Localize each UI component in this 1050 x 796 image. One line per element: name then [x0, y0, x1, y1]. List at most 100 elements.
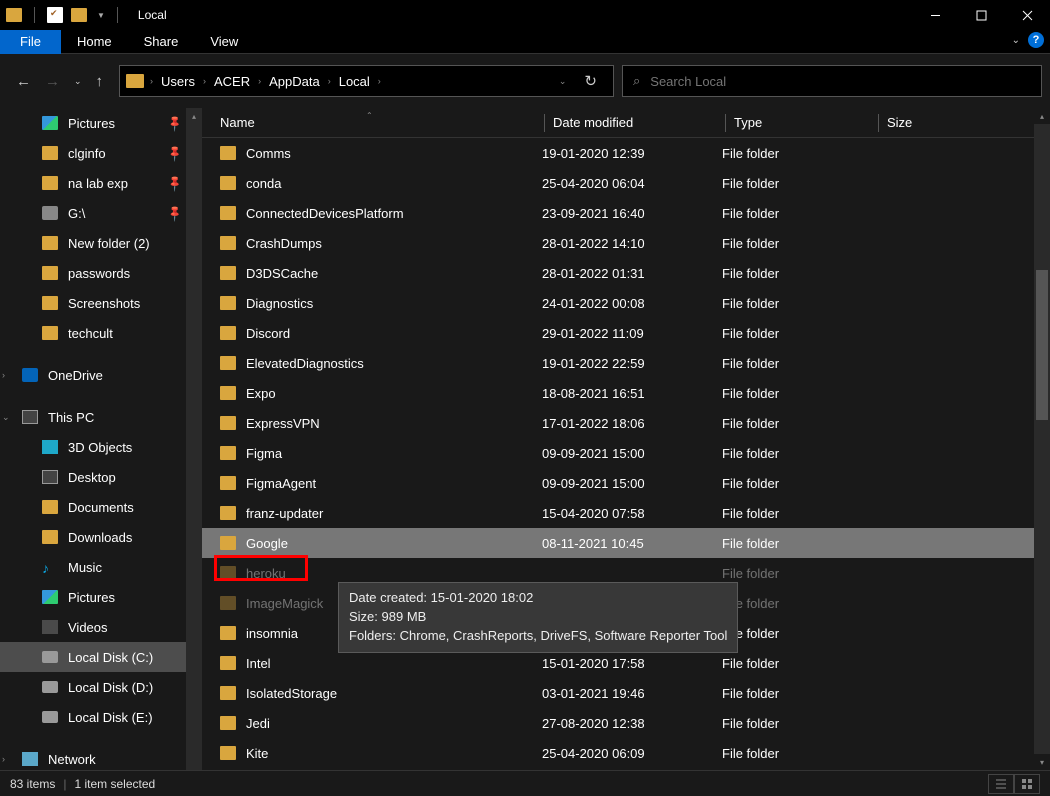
sidebar-item[interactable]: Pictures📌	[0, 108, 202, 138]
chevron-icon[interactable]: ›	[2, 370, 5, 380]
file-type: File folder	[722, 146, 874, 161]
sidebar-item[interactable]: Desktop	[0, 462, 202, 492]
chevron-icon[interactable]: ⌄	[2, 412, 10, 423]
file-row[interactable]: CrashDumps28-01-2022 14:10File folder	[202, 228, 1050, 258]
refresh-icon[interactable]: ↻	[574, 72, 607, 90]
help-icon[interactable]: ?	[1028, 32, 1044, 48]
sidebar-item[interactable]: na lab exp📌	[0, 168, 202, 198]
chevron-right-icon[interactable]: ›	[258, 76, 261, 86]
scroll-thumb[interactable]	[1036, 270, 1048, 420]
sidebar-item-label: Videos	[68, 620, 108, 635]
file-row[interactable]: conda25-04-2020 06:04File folder	[202, 168, 1050, 198]
maximize-button[interactable]	[958, 0, 1004, 30]
sidebar-item[interactable]: Screenshots	[0, 288, 202, 318]
chevron-right-icon[interactable]: ›	[150, 76, 153, 86]
close-button[interactable]	[1004, 0, 1050, 30]
up-button[interactable]: ↑	[96, 73, 104, 90]
chevron-right-icon[interactable]: ›	[328, 76, 331, 86]
file-date: 23-09-2021 16:40	[542, 206, 722, 221]
quick-access-folder-icon[interactable]	[71, 8, 87, 22]
file-row[interactable]: IsolatedStorage03-01-2021 19:46File fold…	[202, 678, 1050, 708]
sidebar-item[interactable]: New folder (2)	[0, 228, 202, 258]
ribbon-file-tab[interactable]: File	[0, 30, 61, 54]
sidebar-item[interactable]: passwords	[0, 258, 202, 288]
file-row[interactable]: Diagnostics24-01-2022 00:08File folder	[202, 288, 1050, 318]
file-row[interactable]: ElevatedDiagnostics19-01-2022 22:59File …	[202, 348, 1050, 378]
column-name[interactable]: Name⌃	[212, 115, 544, 130]
navigation-pane[interactable]: Pictures📌clginfo📌na lab exp📌G:\📌New fold…	[0, 108, 202, 770]
scrollbar[interactable]: ▴ ▾	[1034, 108, 1050, 770]
tooltip: Date created: 15-01-2020 18:02 Size: 989…	[338, 582, 738, 653]
address-dropdown-icon[interactable]: ⌄	[553, 76, 573, 87]
file-name: Intel	[246, 656, 542, 671]
sidebar-item-label: Pictures	[68, 116, 115, 131]
chevron-icon[interactable]: ›	[2, 754, 5, 764]
minimize-button[interactable]	[912, 0, 958, 30]
sidebar-item[interactable]: techcult	[0, 318, 202, 348]
column-size[interactable]: Size	[879, 115, 979, 130]
sidebar-item[interactable]: Local Disk (E:)	[0, 702, 202, 732]
file-row[interactable]: D3DSCache28-01-2022 01:31File folder	[202, 258, 1050, 288]
file-row[interactable]: franz-updater15-04-2020 07:58File folder	[202, 498, 1050, 528]
file-row[interactable]: ConnectedDevicesPlatform23-09-2021 16:40…	[202, 198, 1050, 228]
file-row[interactable]: Google08-11-2021 10:45File folder	[202, 528, 1050, 558]
ribbon-expand-icon[interactable]: ⌄	[1012, 35, 1020, 46]
sidebar-item-label: New folder (2)	[68, 236, 150, 251]
file-row[interactable]: ExpressVPN17-01-2022 18:06File folder	[202, 408, 1050, 438]
ribbon-tab-view[interactable]: View	[194, 30, 254, 53]
ribbon-tab-home[interactable]: Home	[61, 30, 128, 53]
sidebar-item[interactable]: Local Disk (C:)	[0, 642, 202, 672]
sidebar-item[interactable]: Downloads	[0, 522, 202, 552]
column-date[interactable]: Date modified	[545, 115, 725, 130]
breadcrumb-local[interactable]: Local	[333, 74, 376, 89]
file-type: File folder	[722, 206, 874, 221]
history-dropdown-icon[interactable]: ⌄	[74, 76, 82, 87]
file-row[interactable]: Comms19-01-2020 12:39File folder	[202, 138, 1050, 168]
address-bar[interactable]: › Users › ACER › AppData › Local › ⌄ ↻	[119, 65, 614, 97]
sidebar-item[interactable]: ›Network	[0, 744, 202, 770]
column-type[interactable]: Type	[726, 115, 878, 130]
scroll-up-icon[interactable]: ▴	[1034, 108, 1050, 124]
file-row[interactable]: Kite25-04-2020 06:09File folder	[202, 738, 1050, 768]
file-row[interactable]: Discord29-01-2022 11:09File folder	[202, 318, 1050, 348]
file-date: 09-09-2021 15:00	[542, 476, 722, 491]
view-large-icons-button[interactable]	[1014, 774, 1040, 794]
sidebar-item[interactable]: ♪Music	[0, 552, 202, 582]
sidebar-item[interactable]: ⌄This PC	[0, 402, 202, 432]
breadcrumb-appdata[interactable]: AppData	[263, 74, 326, 89]
ribbon-tab-share[interactable]: Share	[128, 30, 195, 53]
sidebar-item[interactable]: Local Disk (D:)	[0, 672, 202, 702]
folder-icon	[42, 236, 58, 250]
quick-access-save-icon[interactable]	[47, 7, 63, 23]
file-name: CrashDumps	[246, 236, 542, 251]
search-input[interactable]: ⌕ Search Local	[622, 65, 1042, 97]
file-row[interactable]: FigmaAgent09-09-2021 15:00File folder	[202, 468, 1050, 498]
file-row[interactable]: Expo18-08-2021 16:51File folder	[202, 378, 1050, 408]
quick-access-dropdown-icon[interactable]: ▼	[97, 11, 105, 20]
file-type: File folder	[722, 386, 874, 401]
forward-button[interactable]: →	[45, 73, 60, 90]
sidebar-item[interactable]: Documents	[0, 492, 202, 522]
file-type: File folder	[722, 716, 874, 731]
pin-icon: 📌	[166, 174, 185, 193]
breadcrumb-acer[interactable]: ACER	[208, 74, 256, 89]
chevron-right-icon[interactable]: ›	[378, 76, 381, 86]
sidebar-item[interactable]: Videos	[0, 612, 202, 642]
scroll-down-icon[interactable]: ▾	[1034, 754, 1050, 770]
folder-icon	[42, 146, 58, 160]
scroll-up-icon[interactable]: ▴	[186, 108, 202, 124]
back-button[interactable]: ←	[16, 73, 31, 90]
sidebar-item[interactable]: 3D Objects	[0, 432, 202, 462]
file-row[interactable]: Jedi27-08-2020 12:38File folder	[202, 708, 1050, 738]
sidebar-item-label: Local Disk (C:)	[68, 650, 153, 665]
view-details-button[interactable]	[988, 774, 1014, 794]
breadcrumb-users[interactable]: Users	[155, 74, 201, 89]
chevron-right-icon[interactable]: ›	[203, 76, 206, 86]
pic-icon	[42, 590, 58, 604]
file-date: 19-01-2020 12:39	[542, 146, 722, 161]
sidebar-item[interactable]: G:\📌	[0, 198, 202, 228]
file-row[interactable]: Figma09-09-2021 15:00File folder	[202, 438, 1050, 468]
sidebar-item[interactable]: Pictures	[0, 582, 202, 612]
sidebar-item[interactable]: clginfo📌	[0, 138, 202, 168]
sidebar-item[interactable]: ›OneDrive	[0, 360, 202, 390]
